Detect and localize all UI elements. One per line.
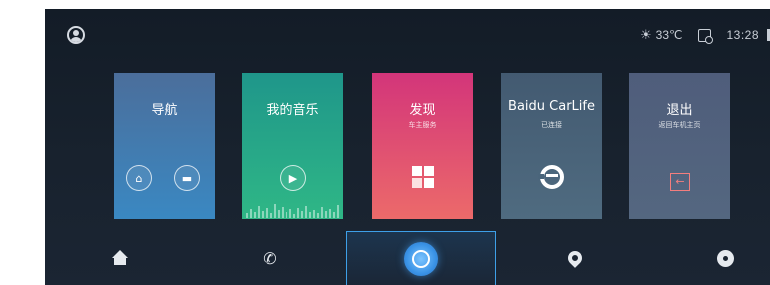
card-title: 我的音乐 [266, 103, 319, 118]
card-title: 导航 [151, 103, 178, 118]
card-exit[interactable]: 退出 返回车机主页 ← [629, 73, 730, 219]
home-icon [112, 250, 128, 265]
card-my-music[interactable]: 我的音乐 ▶ [242, 73, 343, 219]
dock-music-button[interactable] [690, 231, 760, 285]
location-pin-icon [565, 248, 585, 268]
dock-home-button[interactable] [85, 231, 155, 285]
sun-cloud-icon: ☀ [639, 27, 652, 42]
home-icon[interactable]: ⌂ [126, 165, 152, 191]
music-disc-icon [716, 249, 734, 267]
dock-voice-assistant-button[interactable] [346, 231, 496, 285]
card-subtitle: 返回车机主页 [658, 121, 701, 129]
exit-arrow-icon: ← [670, 173, 690, 191]
card-subtitle: 车主服务 [408, 121, 437, 129]
grid-icon [412, 166, 434, 188]
bottom-dock: ✆ [45, 231, 770, 285]
card-title: 退出 [666, 103, 693, 118]
card-title: 发现 [409, 103, 436, 118]
play-icon[interactable]: ▶ [280, 165, 306, 191]
card-baidu-carlife[interactable]: Baidu CarLife 已连接 [501, 73, 602, 219]
card-subtitle: 已连接 [541, 121, 562, 129]
status-bar: ☀ 33℃ 13:28 [45, 9, 770, 59]
dock-location-button[interactable] [540, 231, 610, 285]
clock: 13:28 [726, 28, 759, 42]
equalizer-graphic [246, 202, 339, 218]
card-title: Baidu CarLife [508, 99, 595, 114]
carlife-icon [538, 165, 564, 189]
voice-assistant-icon [404, 241, 438, 276]
dock-phone-button[interactable]: ✆ [235, 231, 305, 285]
card-navigation[interactable]: 导航 ⌂ ▬ [114, 73, 215, 219]
car-screen: ☀ 33℃ 13:28 导航 ⌂ ▬ 我的音乐 ▶ 发现 车主服务 Baidu … [45, 9, 770, 285]
briefcase-icon[interactable]: ▬ [174, 165, 200, 191]
temperature: 33℃ [655, 28, 683, 42]
phone-icon: ✆ [263, 248, 277, 268]
phone-link-icon [698, 28, 714, 44]
user-avatar-icon[interactable] [67, 26, 85, 44]
card-discover[interactable]: 发现 车主服务 [372, 73, 473, 219]
